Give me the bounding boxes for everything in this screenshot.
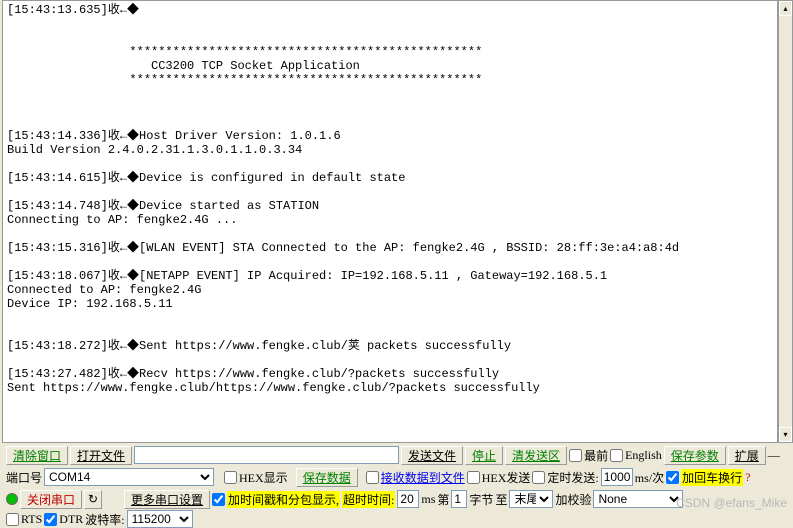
hex-send-checkbox[interactable] <box>467 471 480 484</box>
ms-label: ms <box>421 492 435 507</box>
to-label: 至 <box>495 491 507 508</box>
port-label: 端口号 <box>6 469 42 486</box>
add-check-label: 加校验 <box>555 491 591 508</box>
close-port-button[interactable]: 关闭串口 <box>20 490 82 509</box>
recv-file-checkbox[interactable] <box>366 471 379 484</box>
front-checkbox[interactable] <box>569 449 582 462</box>
send-file-button[interactable]: 发送文件 <box>401 446 463 465</box>
add-cr-checkbox[interactable] <box>666 471 679 484</box>
page-label: 第 <box>437 491 449 508</box>
open-file-button[interactable]: 打开文件 <box>70 446 132 465</box>
end-select[interactable]: 末尾 <box>509 490 553 508</box>
clear-window-button[interactable]: 清除窗口 <box>6 446 68 465</box>
rts-checkbox[interactable] <box>6 513 19 526</box>
timeout-input[interactable] <box>397 490 419 508</box>
dtr-label: DTR <box>59 512 83 527</box>
english-checkbox[interactable] <box>610 449 623 462</box>
terminal-scrollbar[interactable]: ▴ ▾ <box>778 0 793 443</box>
extend-button[interactable]: 扩展 <box>728 446 766 465</box>
timestamp-label: 加时间戳和分包显示, <box>227 491 340 508</box>
interval-input[interactable] <box>601 468 633 486</box>
page-input[interactable] <box>451 490 467 508</box>
rts-label: RTS <box>21 512 42 527</box>
front-label: 最前 <box>584 447 608 464</box>
baud-label: 波特率: <box>85 511 124 528</box>
byte-label: 字节 <box>469 491 493 508</box>
english-label: English <box>625 448 662 463</box>
status-led-icon <box>6 493 18 505</box>
toolbar-row-3: 关闭串口 ↻ 更多串口设置 加时间戳和分包显示, 超时时间: ms 第 字节 至… <box>2 488 791 510</box>
check-select[interactable]: None <box>593 490 683 508</box>
scroll-down-icon[interactable]: ▾ <box>779 427 792 442</box>
stop-button[interactable]: 停止 <box>465 446 503 465</box>
dtr-checkbox[interactable] <box>44 513 57 526</box>
timeout-label: 超时时间: <box>342 491 395 508</box>
dash-label: — <box>768 448 780 463</box>
timed-send-label: 定时发送: <box>547 469 598 486</box>
clear-send-button[interactable]: 清发送区 <box>505 446 567 465</box>
toolbar-row-2: 端口号 COM14 HEX显示 保存数据 接收数据到文件 HEX发送 定时发送:… <box>2 466 791 488</box>
hex-send-label: HEX发送 <box>482 469 531 486</box>
port-select[interactable]: COM14 <box>44 468 214 486</box>
watermark-label: CSDN @efans_Mike <box>676 496 787 510</box>
save-params-button[interactable]: 保存参数 <box>664 446 726 465</box>
interval-unit-label: ms/次 <box>635 469 664 486</box>
recv-file-label[interactable]: 接收数据到文件 <box>381 469 465 486</box>
save-data-button[interactable]: 保存数据 <box>296 468 358 487</box>
refresh-port-button[interactable]: ↻ <box>84 490 102 509</box>
timestamp-checkbox[interactable] <box>212 493 225 506</box>
scroll-up-icon[interactable]: ▴ <box>779 1 792 16</box>
baud-select[interactable]: 115200 <box>127 510 193 528</box>
terminal-output: [15:43:13.635]收←◆ **********************… <box>2 0 778 443</box>
timed-send-checkbox[interactable] <box>532 471 545 484</box>
hex-display-label: HEX显示 <box>239 469 288 486</box>
add-cr-label: 加回车换行 <box>681 469 743 486</box>
file-path-input[interactable] <box>134 446 399 464</box>
more-settings-button[interactable]: 更多串口设置 <box>124 490 210 509</box>
question-label[interactable]: ? <box>745 470 750 485</box>
hex-display-checkbox[interactable] <box>224 471 237 484</box>
toolbar-row-1: 清除窗口 打开文件 发送文件 停止 清发送区 最前 English 保存参数 扩… <box>2 444 791 466</box>
